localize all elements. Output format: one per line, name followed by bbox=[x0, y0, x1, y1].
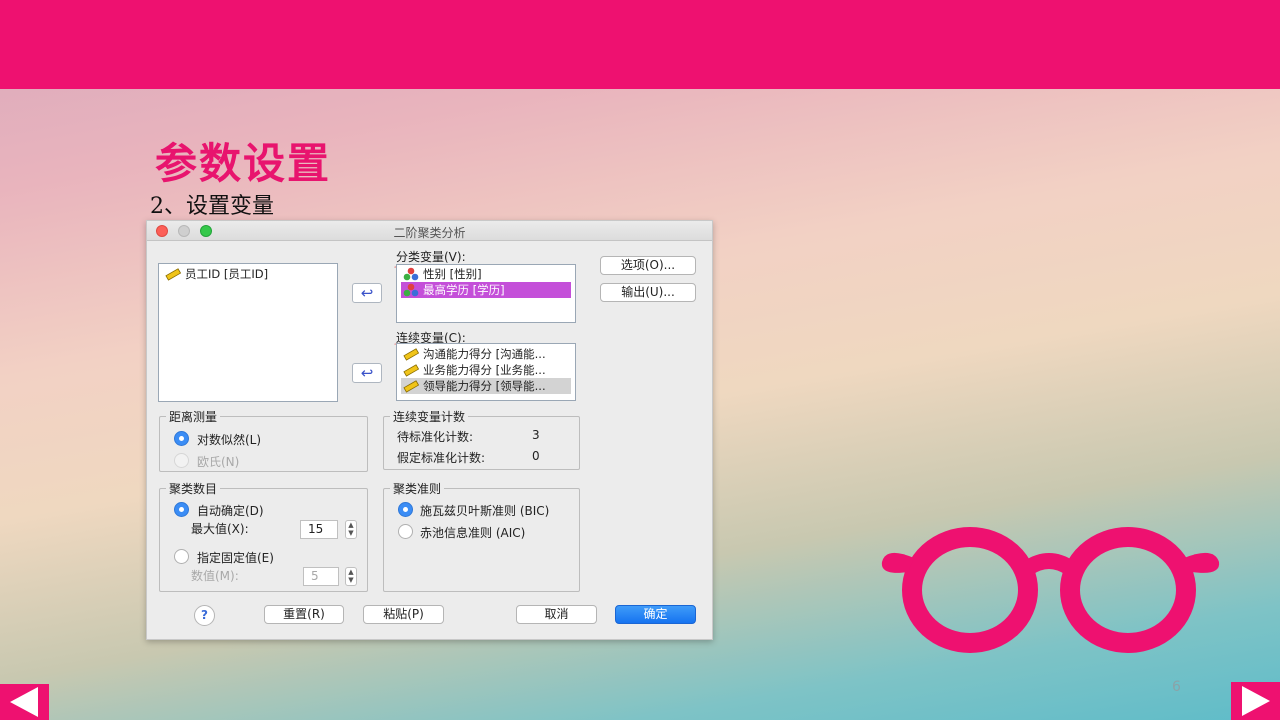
categorical-variable-list[interactable]: 性别 [性别] 最高学历 [学历] bbox=[396, 264, 576, 323]
fixed-value-label: 指定固定值(E) bbox=[197, 551, 274, 565]
triangle-right-icon bbox=[1242, 686, 1270, 716]
auto-determine-label: 自动确定(D) bbox=[197, 504, 264, 518]
fixed-value-radio[interactable] bbox=[174, 549, 189, 564]
log-likelihood-label: 对数似然(L) bbox=[197, 433, 262, 447]
euclidean-label: 欧氏(N) bbox=[197, 455, 240, 469]
chevron-down-icon: ▼ bbox=[348, 529, 354, 537]
ruler-icon bbox=[403, 348, 419, 361]
assumed-standardized-label: 假定标准化计数: bbox=[397, 451, 486, 465]
list-item[interactable]: 业务能力得分 [业务能... bbox=[401, 362, 571, 378]
paste-button[interactable]: 粘贴(P) bbox=[363, 605, 444, 624]
list-item-label: 沟通能力得分 [沟通能... bbox=[423, 347, 546, 361]
move-to-continuous-button[interactable]: ↩ bbox=[352, 363, 382, 383]
chevron-up-icon: ▲ bbox=[348, 568, 354, 576]
group-title: 聚类数目 bbox=[166, 480, 221, 497]
top-banner bbox=[0, 0, 1280, 89]
ruler-icon bbox=[165, 268, 181, 281]
list-item-label: 业务能力得分 [业务能... bbox=[423, 363, 546, 377]
next-slide-button[interactable] bbox=[1231, 682, 1280, 720]
number-label: 数值(M): bbox=[191, 569, 239, 583]
ruler-icon bbox=[403, 380, 419, 393]
categorical-label: 分类变量(V): bbox=[396, 250, 466, 264]
log-likelihood-radio[interactable] bbox=[174, 431, 189, 446]
two-step-cluster-dialog: 二阶聚类分析 员工ID [员工ID] ↩ ↩ 分类变量(V): 性别 [性别] bbox=[146, 220, 713, 640]
list-item[interactable]: 员工ID [员工ID] bbox=[163, 266, 333, 282]
ruler-icon bbox=[403, 364, 419, 377]
list-item[interactable]: 沟通能力得分 [沟通能... bbox=[401, 346, 571, 362]
number-of-clusters-group: 聚类数目 自动确定(D) 最大值(X): 15 ▲ ▼ 指定固定值(E) 数值(… bbox=[159, 480, 368, 592]
max-value-input[interactable]: 15 bbox=[300, 520, 338, 539]
bic-radio[interactable] bbox=[398, 502, 413, 517]
to-standardize-value: 3 bbox=[532, 428, 540, 442]
euclidean-radio[interactable] bbox=[174, 453, 189, 468]
slide-subtitle: 2、设置变量 bbox=[150, 194, 274, 219]
options-button[interactable]: 选项(O)... bbox=[600, 256, 696, 275]
clustering-criterion-group: 聚类准则 施瓦兹贝叶斯准则 (BIC) 赤池信息准则 (AIC) bbox=[383, 480, 580, 592]
list-item[interactable]: 性别 [性别] bbox=[401, 266, 571, 282]
source-variable-list[interactable]: 员工ID [员工ID] bbox=[158, 263, 338, 402]
group-title: 聚类准则 bbox=[390, 480, 445, 497]
ok-button[interactable]: 确定 bbox=[615, 605, 696, 624]
to-standardize-label: 待标准化计数: bbox=[397, 430, 474, 444]
aic-radio[interactable] bbox=[398, 524, 413, 539]
number-stepper[interactable]: ▲ ▼ bbox=[345, 567, 357, 586]
output-button[interactable]: 输出(U)... bbox=[600, 283, 696, 302]
list-item-label: 领导能力得分 [领导能... bbox=[423, 379, 546, 393]
number-input[interactable]: 5 bbox=[303, 567, 339, 586]
list-item[interactable]: 最高学历 [学历] bbox=[401, 282, 571, 298]
distance-measure-group: 距离测量 对数似然(L) 欧氏(N) bbox=[159, 408, 368, 472]
continuous-variable-list[interactable]: 沟通能力得分 [沟通能... 业务能力得分 [业务能... 领导能力得分 [领导… bbox=[396, 343, 576, 401]
assumed-standardized-value: 0 bbox=[532, 449, 540, 463]
chevron-down-icon: ▼ bbox=[348, 576, 354, 584]
nominal-icon bbox=[403, 283, 419, 297]
page-number: 6 bbox=[1172, 679, 1181, 695]
glasses-icon bbox=[881, 527, 1220, 653]
arrow-left-icon: ↩ bbox=[360, 284, 374, 302]
list-item-label: 最高学历 [学历] bbox=[423, 283, 505, 297]
bic-label: 施瓦兹贝叶斯准则 (BIC) bbox=[420, 504, 550, 518]
arrow-left-icon: ↩ bbox=[360, 364, 374, 382]
previous-slide-button[interactable] bbox=[0, 684, 49, 720]
auto-determine-radio[interactable] bbox=[174, 502, 189, 517]
chevron-up-icon: ▲ bbox=[348, 521, 354, 529]
max-value-label: 最大值(X): bbox=[191, 522, 249, 536]
aic-label: 赤池信息准则 (AIC) bbox=[420, 526, 526, 540]
group-title: 连续变量计数 bbox=[390, 408, 469, 425]
max-value-stepper[interactable]: ▲ ▼ bbox=[345, 520, 357, 539]
reset-button[interactable]: 重置(R) bbox=[264, 605, 344, 624]
triangle-left-icon bbox=[10, 687, 38, 717]
continuous-count-group: 连续变量计数 待标准化计数: 3 假定标准化计数: 0 bbox=[383, 408, 580, 470]
cancel-button[interactable]: 取消 bbox=[516, 605, 597, 624]
move-to-categorical-button[interactable]: ↩ bbox=[352, 283, 382, 303]
slide-title: 参数设置 bbox=[155, 139, 332, 188]
help-button[interactable]: ? bbox=[194, 605, 215, 626]
dialog-titlebar: 二阶聚类分析 bbox=[147, 221, 712, 241]
list-item[interactable]: 领导能力得分 [领导能... bbox=[401, 378, 571, 394]
group-title: 距离测量 bbox=[166, 408, 221, 425]
nominal-icon bbox=[403, 267, 419, 281]
list-item-label: 性别 [性别] bbox=[423, 267, 482, 281]
list-item-label: 员工ID [员工ID] bbox=[185, 267, 269, 281]
dialog-title: 二阶聚类分析 bbox=[393, 226, 466, 240]
